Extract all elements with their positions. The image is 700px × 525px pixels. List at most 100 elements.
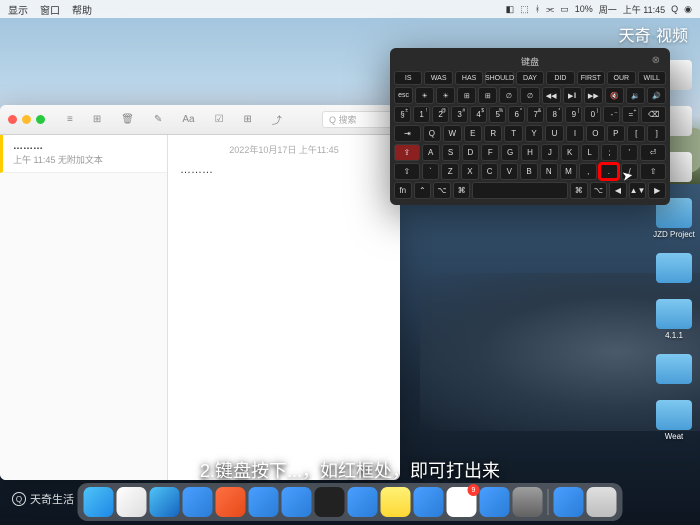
list-view-button[interactable]: ≡	[61, 112, 79, 127]
desktop-item[interactable]	[652, 354, 696, 386]
arrow-right-key[interactable]: ▶	[648, 182, 666, 199]
battery-icon[interactable]: ▭	[560, 4, 569, 15]
wifi-icon[interactable]: ⫘	[546, 4, 554, 15]
suggestion-key[interactable]: WAS	[424, 71, 452, 85]
table-button[interactable]: ⊞	[238, 112, 258, 127]
dock-finder[interactable]	[84, 487, 114, 517]
volume-down-key[interactable]: 🔉	[626, 87, 645, 104]
e-key[interactable]: E	[464, 125, 482, 142]
suggestion-key[interactable]: FIRST	[577, 71, 605, 85]
bracket-left-key[interactable]: [	[627, 125, 645, 142]
digit-6-key[interactable]: 6^	[508, 106, 525, 123]
backspace-key[interactable]: ⌫	[641, 106, 666, 123]
z-key[interactable]: Z	[441, 163, 459, 180]
rewind-key[interactable]: ◀◀	[542, 87, 561, 104]
capslock-key[interactable]: ⇪	[394, 144, 420, 161]
dock-app[interactable]	[216, 487, 246, 517]
dock-app[interactable]	[249, 487, 279, 517]
brightness-up-key[interactable]: ☀	[436, 87, 455, 104]
search-icon[interactable]: Q	[671, 4, 678, 14]
play-pause-key[interactable]: ▶‖	[563, 87, 582, 104]
suggestion-key[interactable]: SHOULD	[485, 71, 513, 85]
command-left-key[interactable]: ⌘	[453, 182, 471, 199]
option-right-key[interactable]: ⌥	[590, 182, 608, 199]
dock-qq[interactable]: 9	[447, 487, 477, 517]
y-key[interactable]: Y	[525, 125, 543, 142]
esc-key[interactable]: esc	[394, 87, 413, 104]
desktop-item[interactable]: 4.1.1	[652, 299, 696, 340]
dock-app[interactable]	[183, 487, 213, 517]
digit-3-key[interactable]: 3#	[451, 106, 468, 123]
dock-app[interactable]	[282, 487, 312, 517]
b-key[interactable]: B	[520, 163, 538, 180]
n-key[interactable]: N	[540, 163, 558, 180]
minus-key[interactable]: -_	[603, 106, 620, 123]
desktop-item[interactable]: Weat	[652, 400, 696, 441]
menu-item[interactable]: 窗口	[40, 2, 60, 17]
w-key[interactable]: W	[443, 125, 461, 142]
u-key[interactable]: U	[545, 125, 563, 142]
shift-right-key[interactable]: ⇧	[640, 163, 666, 180]
desktop-item[interactable]	[652, 253, 696, 285]
t-key[interactable]: T	[504, 125, 522, 142]
share-button[interactable]: ⤴	[266, 110, 288, 129]
dock-app[interactable]	[480, 487, 510, 517]
grid-view-button[interactable]: ⊞	[87, 112, 107, 127]
brightness-down-key[interactable]: ☀	[415, 87, 434, 104]
digit-1-key[interactable]: 1!	[413, 106, 430, 123]
v-key[interactable]: V	[500, 163, 518, 180]
section-key[interactable]: §±	[394, 106, 411, 123]
digit-7-key[interactable]: 7&	[527, 106, 544, 123]
j-key[interactable]: J	[541, 144, 559, 161]
fn-key[interactable]: fn	[394, 182, 412, 199]
backtick-key[interactable]: `	[422, 163, 440, 180]
h-key[interactable]: H	[521, 144, 539, 161]
dock-app[interactable]	[554, 487, 584, 517]
mission-control-key[interactable]: ⊞	[457, 87, 476, 104]
forward-key[interactable]: ▶▶	[584, 87, 603, 104]
d-key[interactable]: D	[462, 144, 480, 161]
q-key[interactable]: Q	[423, 125, 441, 142]
c-key[interactable]: C	[481, 163, 499, 180]
suggestion-key[interactable]: WILL	[638, 71, 666, 85]
notes-editor[interactable]: 2022年10月17日 上午11:45 ………	[168, 135, 400, 480]
l-key[interactable]: L	[581, 144, 599, 161]
f-key[interactable]: F	[481, 144, 499, 161]
shift-left-key[interactable]: ⇧	[394, 163, 420, 180]
checklist-button[interactable]: ☑	[209, 112, 230, 127]
dock-notes[interactable]	[381, 487, 411, 517]
menu-item[interactable]: 显示	[8, 2, 28, 17]
dock-app[interactable]	[348, 487, 378, 517]
x-key[interactable]: X	[461, 163, 479, 180]
dock-trash[interactable]	[587, 487, 617, 517]
suggestion-key[interactable]: HAS	[455, 71, 483, 85]
format-button[interactable]: Aa	[176, 112, 200, 127]
mute-key[interactable]: 🔇	[605, 87, 624, 104]
bluetooth-icon[interactable]: ᚼ	[535, 4, 540, 14]
enter-key[interactable]: ⏎	[640, 144, 666, 161]
dock-mail[interactable]	[150, 487, 180, 517]
digit-4-key[interactable]: 4$	[470, 106, 487, 123]
control-key[interactable]: ⌃	[414, 182, 432, 199]
tab-key[interactable]: ⇥	[394, 125, 421, 142]
close-icon[interactable]: ⊗	[652, 55, 660, 66]
search-input[interactable]: Q 搜索	[322, 111, 392, 128]
bracket-right-key[interactable]: ]	[647, 125, 665, 142]
fn-key[interactable]: ∅	[520, 87, 539, 104]
digit-0-key[interactable]: 0)	[584, 106, 601, 123]
close-button[interactable]	[8, 115, 17, 124]
s-key[interactable]: S	[442, 144, 460, 161]
digit-2-key[interactable]: 2@	[432, 106, 449, 123]
siri-icon[interactable]: ◉	[684, 4, 692, 15]
suggestion-key[interactable]: IS	[394, 71, 422, 85]
space-key[interactable]	[472, 182, 568, 199]
fn-key[interactable]: ∅	[499, 87, 518, 104]
note-list-item[interactable]: ……… 上午 11:45 无附加文本	[0, 135, 167, 173]
o-key[interactable]: O	[586, 125, 604, 142]
equals-key[interactable]: =+	[622, 106, 639, 123]
option-left-key[interactable]: ⌥	[433, 182, 451, 199]
dock-safari[interactable]	[117, 487, 147, 517]
dock-settings[interactable]	[513, 487, 543, 517]
launchpad-key[interactable]: ⊞	[478, 87, 497, 104]
arrow-updown-key[interactable]: ▲▼	[629, 182, 647, 199]
